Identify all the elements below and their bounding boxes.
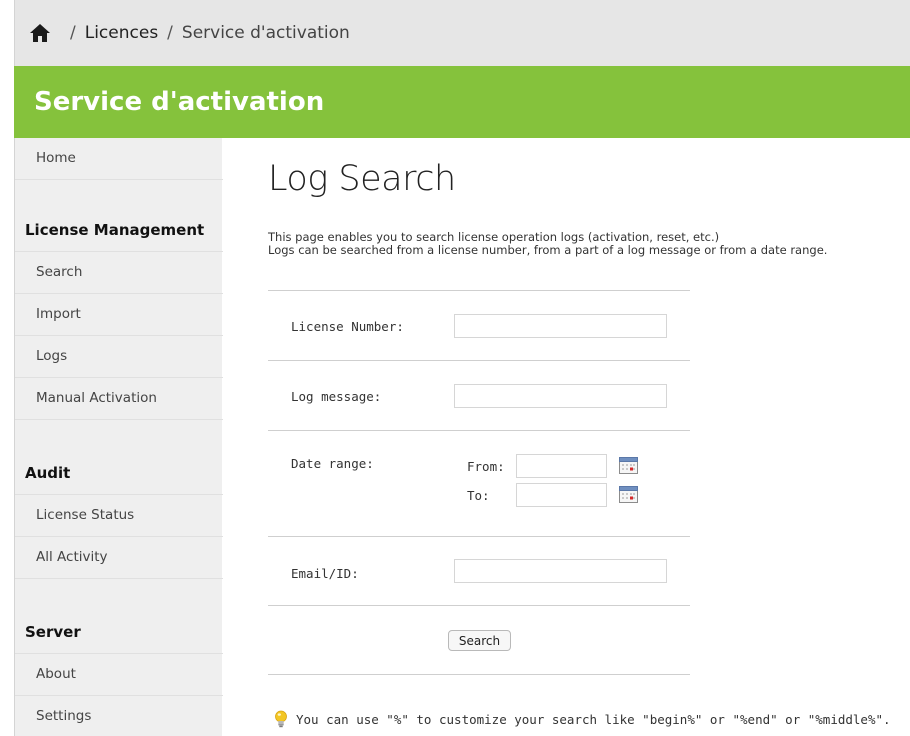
search-hint: You can use "%" to customize your search… <box>274 710 891 728</box>
divider <box>268 536 690 537</box>
date-from-input[interactable] <box>516 454 607 478</box>
divider <box>268 430 690 431</box>
home-icon[interactable] <box>29 23 51 43</box>
breadcrumb: / Licences / Service d'activation <box>14 0 910 66</box>
sidebar-item-manual-activation[interactable]: Manual Activation <box>15 378 223 420</box>
sidebar: Home License Management Search Import Lo… <box>14 138 223 736</box>
divider <box>268 674 690 675</box>
divider <box>268 605 690 606</box>
description-line-2: Logs can be searched from a license numb… <box>268 243 828 257</box>
sidebar-heading-license-management: License Management <box>15 210 223 252</box>
search-button[interactable]: Search <box>448 630 511 651</box>
page-title: Log Search <box>268 159 456 199</box>
lightbulb-icon <box>275 710 287 728</box>
sidebar-item-search[interactable]: Search <box>15 252 223 294</box>
divider <box>268 290 690 291</box>
sidebar-heading-server: Server <box>15 612 223 654</box>
email-id-label: Email/ID: <box>291 566 359 581</box>
sidebar-item-about[interactable]: About <box>15 654 223 696</box>
page-description: This page enables you to search license … <box>268 231 827 257</box>
calendar-icon[interactable] <box>619 457 638 474</box>
sidebar-heading-audit: Audit <box>15 453 223 495</box>
log-message-label: Log message: <box>291 389 382 404</box>
sidebar-item-logs[interactable]: Logs <box>15 336 223 378</box>
hint-text: You can use "%" to customize your search… <box>296 711 891 727</box>
divider <box>268 360 690 361</box>
sidebar-item-import[interactable]: Import <box>15 294 223 336</box>
date-from-label: From: <box>467 459 505 474</box>
sidebar-item-all-activity[interactable]: All Activity <box>15 537 223 579</box>
app-banner-title: Service d'activation <box>14 66 910 138</box>
sidebar-item-settings[interactable]: Settings <box>15 696 223 736</box>
license-number-label: License Number: <box>291 319 404 334</box>
sidebar-item-license-status[interactable]: License Status <box>15 495 223 537</box>
sidebar-item-home[interactable]: Home <box>15 138 223 180</box>
date-to-input[interactable] <box>516 483 607 507</box>
date-range-label: Date range: <box>291 456 374 471</box>
license-number-input[interactable] <box>454 314 667 338</box>
breadcrumb-current: Service d'activation <box>181 23 350 43</box>
date-to-label: To: <box>467 488 490 503</box>
breadcrumb-licences-link[interactable]: Licences <box>85 23 158 43</box>
log-message-input[interactable] <box>454 384 667 408</box>
email-id-input[interactable] <box>454 559 667 583</box>
calendar-icon[interactable] <box>619 486 638 503</box>
breadcrumb-separator: / <box>167 23 173 43</box>
breadcrumb-separator: / <box>70 23 76 43</box>
